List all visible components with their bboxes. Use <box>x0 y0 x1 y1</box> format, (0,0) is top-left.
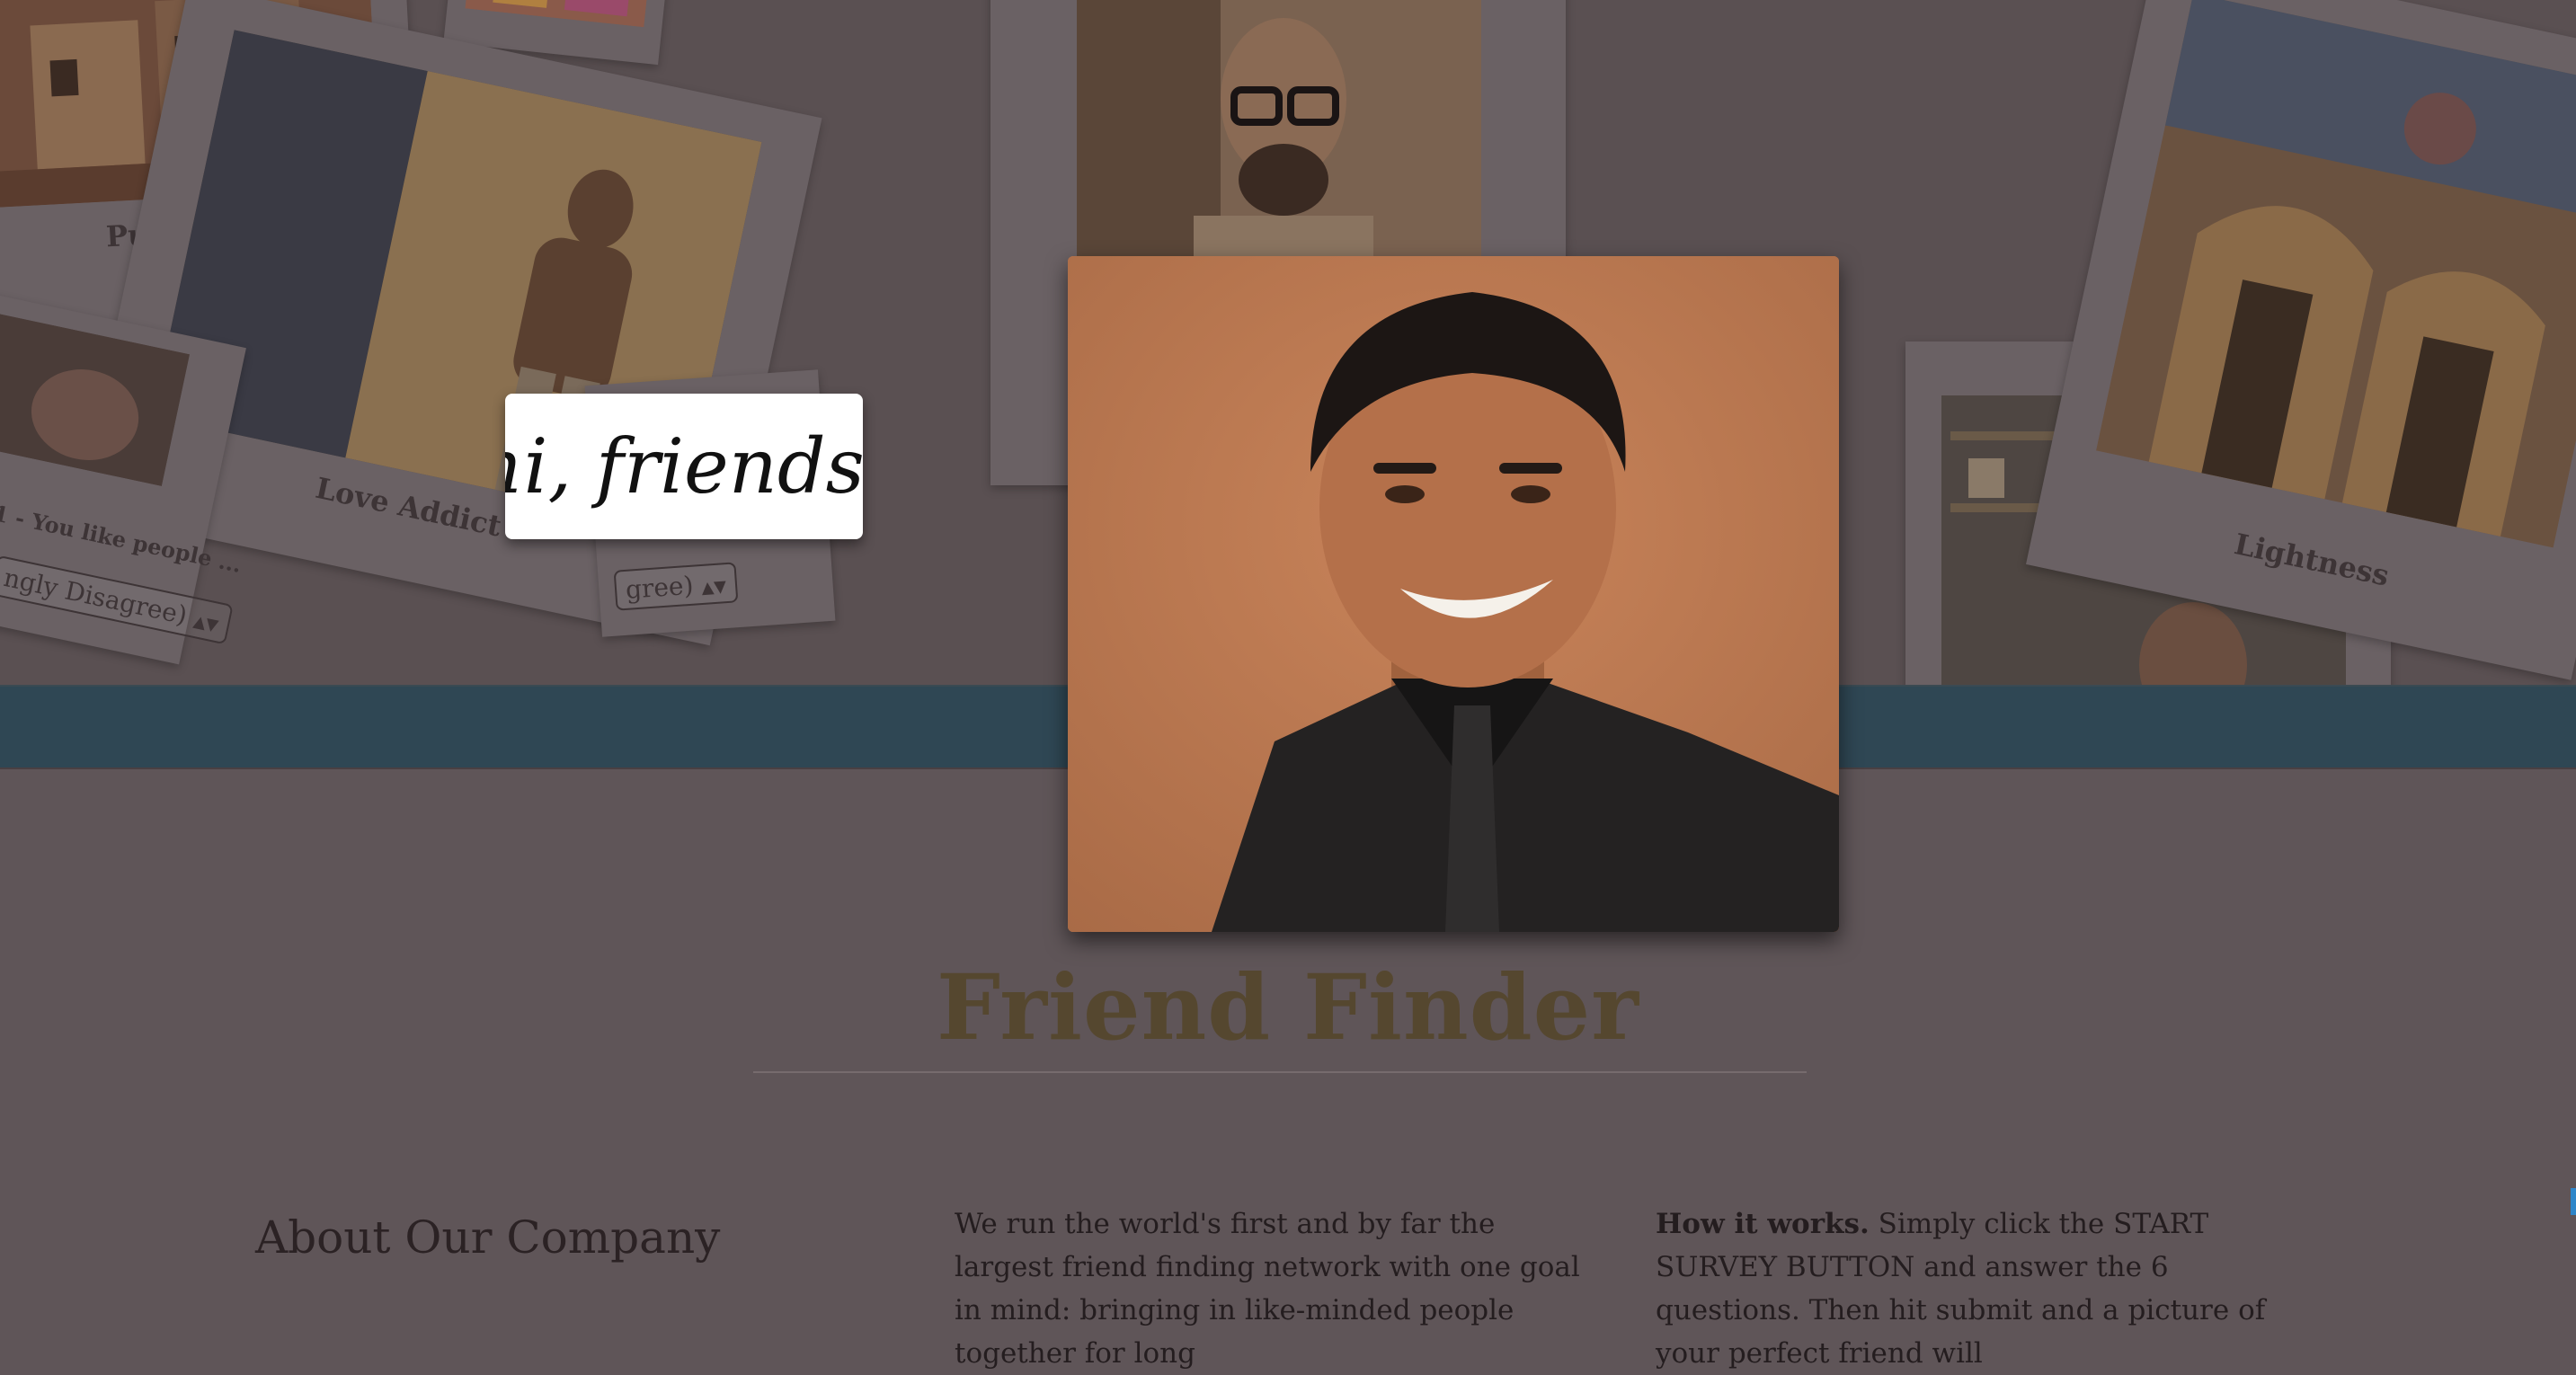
greeting-handwriting: hi, friends! <box>475 422 895 510</box>
about-paragraph: We run the world's first and by far the … <box>955 1208 1580 1370</box>
portrait-illustration <box>1068 256 1839 932</box>
greeting-card: hi, friends! <box>475 394 895 539</box>
arches-photo <box>2096 0 2576 548</box>
polaroid-lightness: Lightness <box>2026 0 2576 680</box>
how-it-works-label: How it works. <box>1656 1208 1870 1240</box>
how-it-works-paragraph: How it works. Simply click the START SUR… <box>1656 1202 2303 1375</box>
page-title: Friend Finder <box>937 954 1639 1060</box>
featured-friend-photo <box>1068 256 1839 932</box>
middle-answer-select-value: gree) <box>624 570 695 605</box>
title-divider <box>753 1071 1807 1073</box>
person-photo <box>0 313 191 487</box>
middle-answer-select[interactable]: gree) ▲▼ <box>613 562 739 611</box>
glasses-man-photo <box>1077 0 1481 297</box>
about-heading: About Our Company <box>255 1211 721 1264</box>
greeting-text: hi, friends! <box>505 422 863 510</box>
updown-arrows-icon: ▲▼ <box>700 577 727 598</box>
updown-arrows-icon: ▲▼ <box>191 611 220 636</box>
colorful-photo <box>465 0 652 28</box>
scrollbar-thumb[interactable] <box>2571 1188 2576 1215</box>
